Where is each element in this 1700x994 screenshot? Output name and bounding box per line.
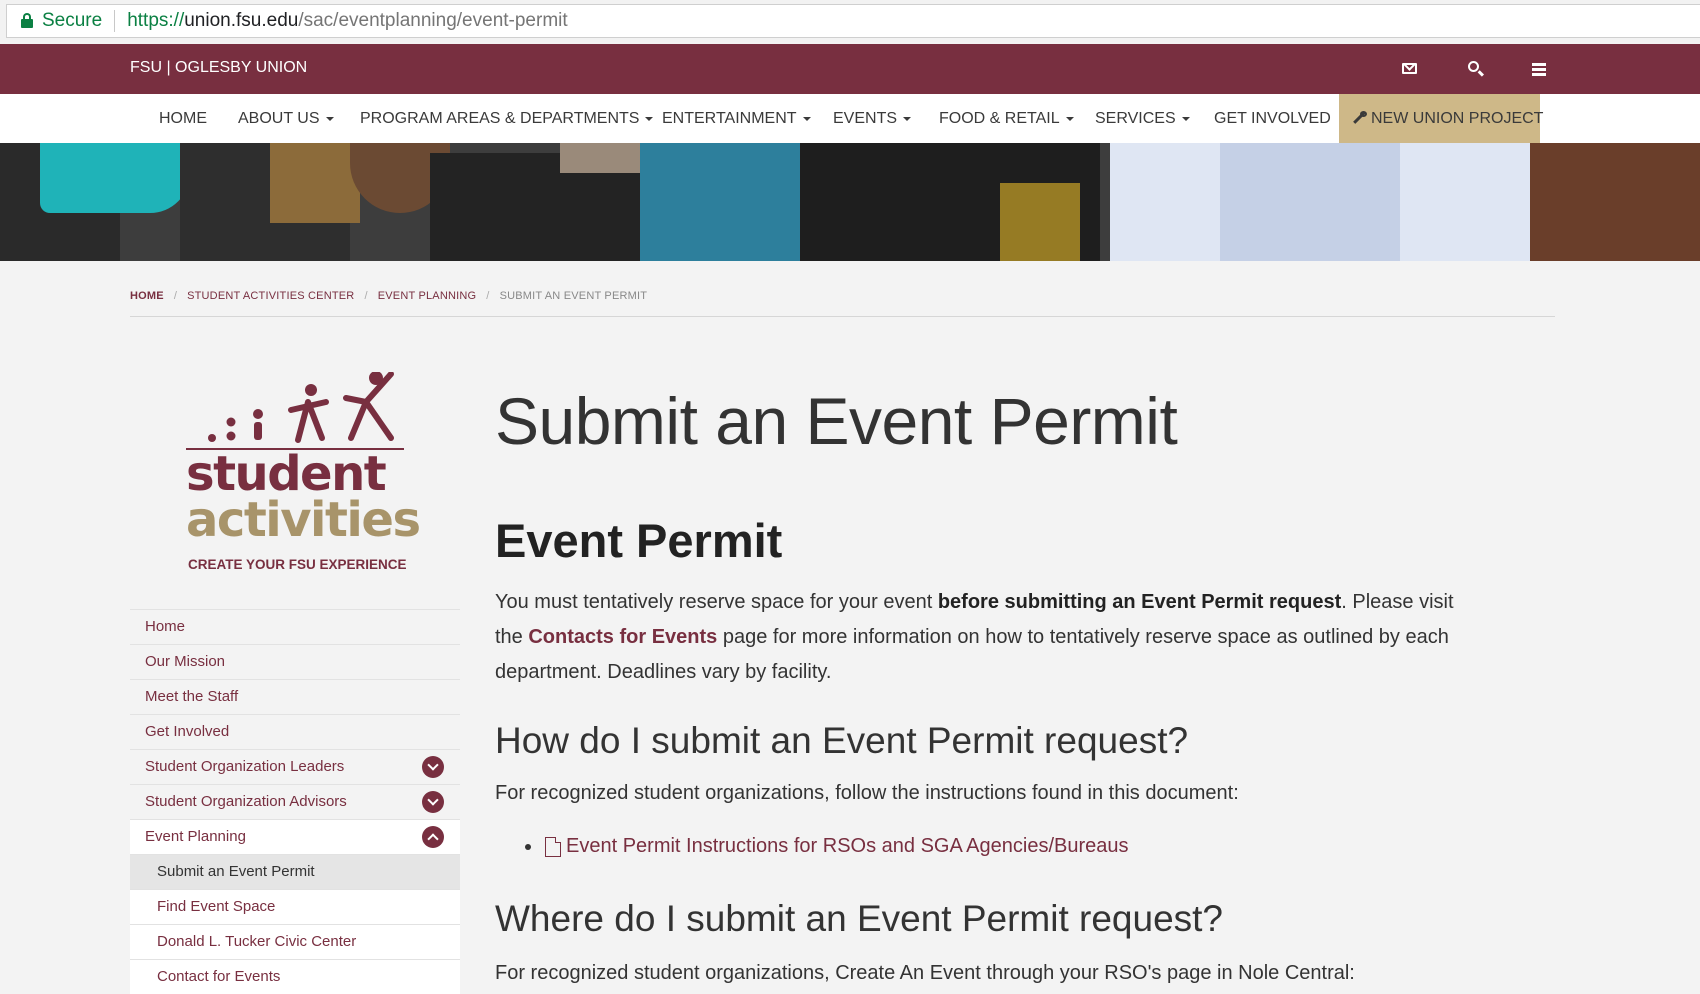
main-nav: HOME ABOUT US PROGRAM AREAS & DEPARTMENT… [0, 94, 1700, 143]
caret-down-icon [645, 116, 654, 121]
nav-home[interactable]: HOME [159, 94, 207, 143]
caret-down-icon [802, 116, 811, 121]
chevron-down-icon[interactable] [422, 791, 444, 813]
sidebar-subitem-contact-for-events[interactable]: Contact for Events [130, 959, 460, 994]
nav-food-retail[interactable]: FOOD & RETAIL [939, 94, 1074, 143]
caret-down-icon [903, 116, 912, 121]
logo-word-activities: activities [186, 492, 421, 548]
nav-label: PROGRAM AREAS & DEPARTMENTS [360, 110, 640, 127]
nav-label: EVENTS [833, 110, 898, 127]
nav-label: NEW UNION PROJECT [1371, 110, 1544, 127]
sidebar-nav: Home Our Mission Meet the Staff Get Invo… [130, 609, 460, 994]
url-field[interactable]: Secure https://union.fsu.edu/sac/eventpl… [6, 4, 1700, 38]
where-paragraph: For recognized student organizations, Cr… [495, 962, 1355, 984]
breadcrumb-separator: / [486, 290, 490, 302]
bullet-dot [525, 843, 531, 850]
event-permit-instructions-link[interactable]: Event Permit Instructions for RSOs and S… [566, 835, 1129, 858]
nav-program-areas[interactable]: PROGRAM AREAS & DEPARTMENTS [360, 94, 654, 143]
intro-paragraph: You must tentatively reserve space for y… [495, 585, 1485, 690]
nav-label: SERVICES [1095, 110, 1176, 127]
section-heading: Event Permit [495, 514, 783, 567]
nav-new-union-project[interactable]: NEW UNION PROJECT [1339, 94, 1544, 143]
how-heading: How do I submit an Event Permit request? [495, 720, 1189, 761]
intro-text: You must tentatively reserve space for y… [495, 591, 938, 613]
url-protocol: https:// [127, 10, 185, 31]
sidebar-item-event-planning[interactable]: Event Planning [130, 819, 460, 854]
sidebar-subitem-submit-event-permit[interactable]: Submit an Event Permit [130, 854, 460, 889]
contacts-for-events-link[interactable]: Contacts for Events [528, 626, 717, 648]
breadcrumb-current: SUBMIT AN EVENT PERMIT [499, 290, 648, 302]
logo-word-student: student [186, 446, 387, 502]
lock-icon [21, 13, 33, 29]
nav-label: HOME [159, 110, 207, 127]
breadcrumb-home[interactable]: HOME [130, 290, 164, 302]
sidebar-subitem-civic-center[interactable]: Donald L. Tucker Civic Center [130, 924, 460, 959]
chevron-up-icon[interactable] [422, 826, 444, 848]
url-host: union.fsu.edu [184, 10, 299, 31]
menu-icon[interactable] [1530, 59, 1550, 79]
people-figures-icon [208, 372, 394, 443]
nav-label: ABOUT US [238, 110, 320, 127]
page-title: Submit an Event Permit [495, 384, 1178, 458]
nav-entertainment[interactable]: ENTERTAINMENT [662, 94, 811, 143]
sidebar-subitem-find-event-space[interactable]: Find Event Space [130, 889, 460, 924]
url-path: /sac/eventplanning/event-permit [298, 10, 568, 31]
chevron-down-icon[interactable] [422, 756, 444, 778]
main-content: Submit an Event Permit Event Permit You … [495, 384, 1495, 984]
caret-down-icon [1065, 116, 1074, 121]
where-heading: Where do I submit an Event Permit reques… [495, 898, 1224, 939]
nav-services[interactable]: SERVICES [1095, 94, 1190, 143]
nav-label: FOOD & RETAIL [939, 110, 1060, 127]
sidebar-item-label: Student Organization Leaders [145, 758, 345, 775]
list-item: Event Permit Instructions for RSOs and S… [525, 835, 1129, 858]
nav-get-involved[interactable]: GET INVOLVED [1214, 94, 1331, 143]
hero-banner-image [0, 143, 1700, 261]
site-brand[interactable]: FSU | OGLESBY UNION [130, 59, 307, 77]
sidebar-item-meet-the-staff[interactable]: Meet the Staff [130, 679, 460, 714]
search-icon[interactable] [1466, 59, 1486, 79]
site-topbar: FSU | OGLESBY UNION [0, 44, 1700, 94]
intro-bold-text: before submitting an Event Permit reques… [937, 591, 1342, 613]
caret-down-icon [325, 116, 334, 121]
sidebar-item-org-leaders[interactable]: Student Organization Leaders [130, 749, 460, 784]
secure-label: Secure [42, 10, 103, 31]
logo-tagline: CREATE YOUR FSU EXPERIENCE [188, 557, 407, 572]
nav-label: GET INVOLVED [1214, 110, 1331, 127]
browser-address-bar: Secure https://union.fsu.edu/sac/eventpl… [0, 0, 1700, 42]
breadcrumb-event-planning[interactable]: EVENT PLANNING [378, 290, 477, 302]
sidebar-item-label: Event Planning [145, 828, 246, 845]
breadcrumb-separator: / [364, 290, 368, 302]
nav-about-us[interactable]: ABOUT US [238, 94, 334, 143]
envelope-icon[interactable] [1400, 58, 1420, 79]
sidebar-item-get-involved[interactable]: Get Involved [130, 714, 460, 749]
breadcrumb-student-activities[interactable]: STUDENT ACTIVITIES CENTER [187, 290, 354, 302]
nav-events[interactable]: EVENTS [833, 94, 912, 143]
caret-down-icon [1181, 116, 1190, 121]
pdf-icon [545, 836, 561, 857]
sidebar-item-our-mission[interactable]: Our Mission [130, 644, 460, 679]
nav-label: ENTERTAINMENT [662, 110, 797, 127]
wrench-icon [1353, 111, 1367, 124]
sidebar-item-home[interactable]: Home [130, 609, 460, 644]
divider [130, 316, 1555, 317]
student-activities-logo[interactable]: student activities CREATE YOUR FSU EXPER… [186, 372, 421, 572]
how-paragraph: For recognized student organizations, fo… [495, 782, 1239, 804]
divider [114, 10, 116, 32]
breadcrumb: HOME / STUDENT ACTIVITIES CENTER / EVENT… [130, 290, 647, 302]
breadcrumb-separator: / [173, 290, 178, 302]
sidebar-item-org-advisors[interactable]: Student Organization Advisors [130, 784, 460, 819]
sidebar-item-label: Student Organization Advisors [145, 793, 347, 810]
